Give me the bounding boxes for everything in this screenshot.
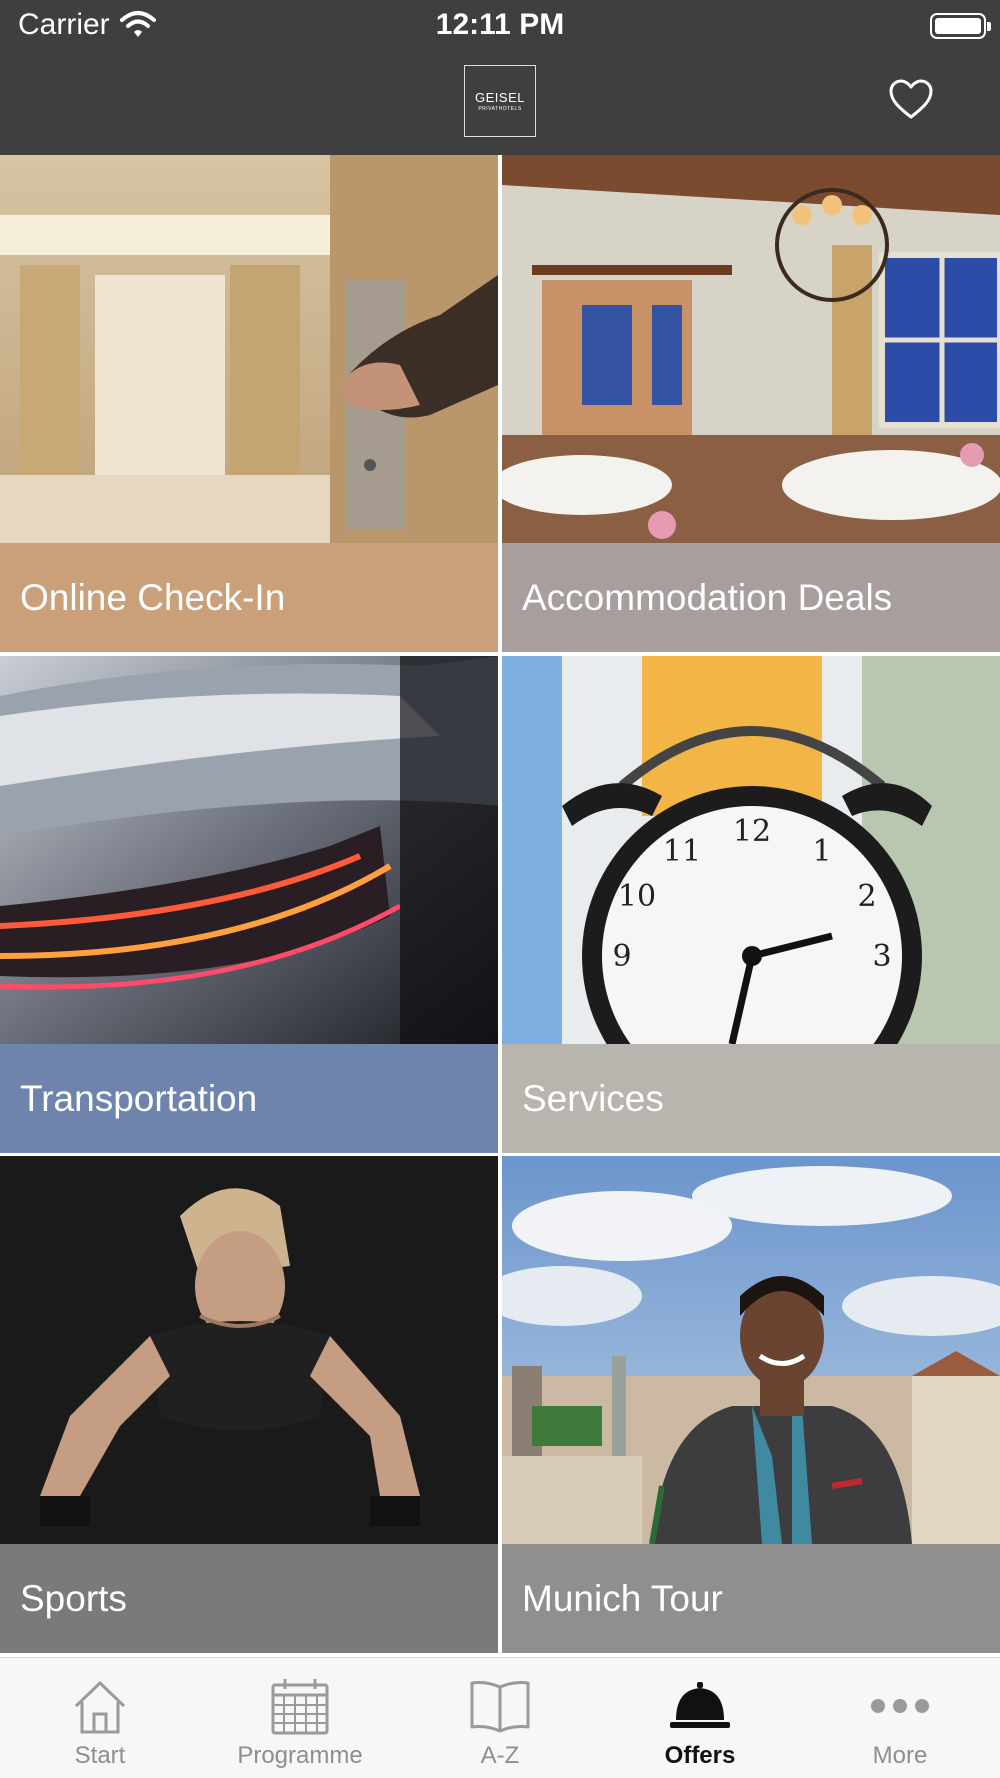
tile-label: Accommodation Deals <box>522 576 893 618</box>
alarm-clock-photo: 12 1 11 2 10 3 9 <box>502 656 1000 1044</box>
tile-label-bar: Online Check-In <box>0 543 498 652</box>
logo-subtext: PRIVATHOTELS <box>478 106 522 112</box>
tile-label-bar: Transportation <box>0 1044 498 1153</box>
woman-pushup-photo <box>0 1156 498 1544</box>
service-bell-icon <box>670 1682 730 1728</box>
svg-text:2: 2 <box>857 879 876 914</box>
tab-label: More <box>872 1742 928 1769</box>
svg-text:3: 3 <box>872 939 891 974</box>
tile-label: Online Check-In <box>20 576 286 618</box>
more-dots-icon <box>871 1699 929 1713</box>
tile-sports[interactable]: Sports <box>0 1156 498 1653</box>
svg-text:9: 9 <box>612 939 631 974</box>
top-bar: Carrier 12:11 PM GEISEL PRIVATHOTELS <box>0 0 1000 155</box>
tile-services[interactable]: 12 1 11 2 10 3 9 Services <box>502 656 1000 1153</box>
tab-label: Start <box>74 1742 126 1769</box>
tile-online-check-in[interactable]: Online Check-In <box>0 155 498 652</box>
status-bar: Carrier 12:11 PM <box>0 0 1000 52</box>
restaurant-dining-room-photo <box>502 155 1000 543</box>
tab-a-z[interactable]: A-Z <box>400 1658 600 1778</box>
tab-label: Programme <box>237 1742 363 1769</box>
tile-label: Transportation <box>20 1077 258 1119</box>
logo-text: GEISEL <box>475 90 525 105</box>
status-time: 12:11 PM <box>435 8 565 41</box>
tile-munich-tour[interactable]: Munich Tour <box>502 1156 1000 1653</box>
hotel-logo[interactable]: GEISEL PRIVATHOTELS <box>464 65 536 137</box>
heart-icon[interactable] <box>888 78 934 120</box>
tile-label: Services <box>522 1077 664 1119</box>
tile-label-bar: Accommodation Deals <box>502 543 1000 652</box>
tile-label: Sports <box>20 1577 127 1619</box>
house-icon <box>74 1681 126 1734</box>
hotel-door-keycard-photo <box>0 155 498 543</box>
calendar-icon <box>271 1679 329 1735</box>
tile-label-bar: Services <box>502 1044 1000 1153</box>
tile-label-bar: Sports <box>0 1544 498 1653</box>
tile-transportation[interactable]: Transportation <box>0 656 498 1153</box>
car-taillight-photo <box>0 656 498 1044</box>
svg-text:1: 1 <box>812 834 831 869</box>
tile-label: Munich Tour <box>522 1577 723 1619</box>
svg-text:11: 11 <box>663 834 701 869</box>
offers-grid: Online Check-In Accommodation Deals Tran… <box>0 155 1000 1653</box>
tile-accommodation-deals[interactable]: Accommodation Deals <box>502 155 1000 652</box>
svg-text:12: 12 <box>733 814 771 849</box>
battery-icon <box>930 13 991 39</box>
svg-text:10: 10 <box>618 879 656 914</box>
munich-guide-photo <box>502 1156 1000 1544</box>
tab-label: A-Z <box>480 1742 520 1769</box>
tab-bar: Start Programme A-Z Offers More <box>0 1657 1000 1778</box>
tab-label: Offers <box>664 1742 736 1769</box>
tab-more[interactable]: More <box>800 1658 1000 1778</box>
book-icon <box>470 1681 530 1733</box>
tile-label-bar: Munich Tour <box>502 1544 1000 1653</box>
tab-offers[interactable]: Offers <box>600 1658 800 1778</box>
tab-programme[interactable]: Programme <box>200 1658 400 1778</box>
tab-start[interactable]: Start <box>0 1658 200 1778</box>
